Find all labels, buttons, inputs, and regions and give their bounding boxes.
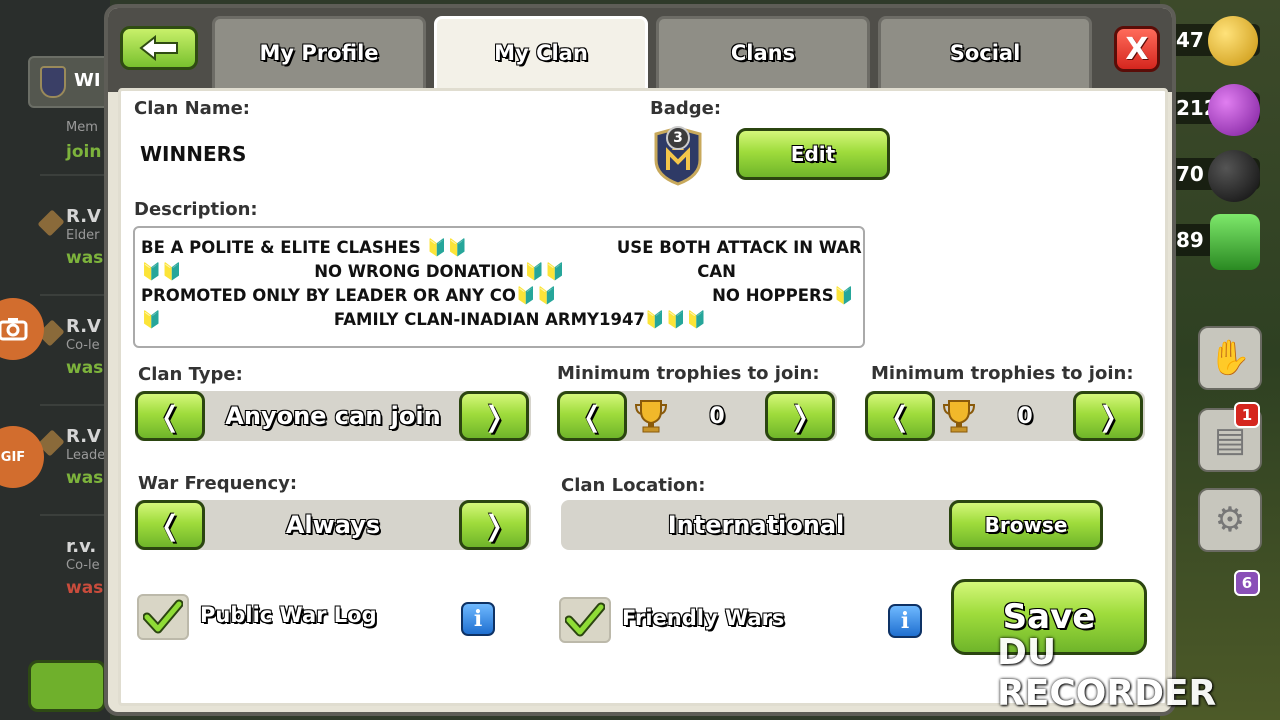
description-line: 🔰 FAMILY CLAN-INADIAN ARMY1947🔰🔰🔰 bbox=[141, 310, 707, 329]
description-line: PROMOTED ONLY BY LEADER OR ANY CO🔰🔰 NO H… bbox=[141, 286, 855, 305]
chat-name: R.V bbox=[66, 206, 101, 227]
tab-my-profile[interactable]: My Profile bbox=[212, 16, 426, 92]
friendly-wars-label: Friendly Wars bbox=[622, 606, 785, 630]
camera-icon[interactable] bbox=[0, 298, 44, 360]
chat-role: Leade bbox=[66, 448, 106, 463]
war-frequency-prev-button[interactable]: ❬ bbox=[135, 500, 205, 550]
chat-role: Elder bbox=[66, 228, 100, 243]
back-arrow-icon bbox=[139, 35, 178, 61]
chat-message: join bbox=[66, 142, 102, 162]
chat-name: R.V bbox=[66, 426, 101, 447]
description-line: BE A POLITE & ELITE CLASHES 🔰🔰 USE BOTH … bbox=[141, 238, 865, 257]
chat-message: was bbox=[66, 468, 104, 488]
war-frequency-value: Always bbox=[285, 511, 381, 539]
war-frequency-selector: ❬ Always ❭ bbox=[135, 500, 531, 550]
video-camera-icon bbox=[944, 656, 988, 690]
checkmark-icon bbox=[143, 599, 183, 634]
min-trophies-label-2: Minimum trophies to join: bbox=[871, 363, 1134, 384]
clan-type-next-button[interactable]: ❭ bbox=[459, 391, 529, 441]
gem-icon bbox=[1210, 214, 1260, 270]
builder-count-badge: 6 bbox=[1234, 570, 1260, 596]
friendly-wars-info-button[interactable]: i bbox=[888, 604, 922, 638]
description-label: Description: bbox=[134, 199, 258, 220]
chat-name: R.V bbox=[66, 316, 101, 337]
min-trophies-label: Minimum trophies to join: bbox=[557, 363, 820, 384]
clan-short-name: WI bbox=[74, 70, 101, 91]
gear-icon[interactable]: ⚙ bbox=[1198, 488, 1262, 552]
gif-button[interactable]: GIF bbox=[0, 426, 44, 488]
friendly-wars-checkbox[interactable] bbox=[559, 597, 611, 643]
trophy-icon bbox=[943, 400, 975, 433]
chat-message: was bbox=[66, 248, 104, 268]
min-trophies-2-prev-button[interactable]: ❬ bbox=[865, 391, 935, 441]
description-field[interactable]: BE A POLITE & ELITE CLASHES 🔰🔰 USE BOTH … bbox=[133, 226, 865, 348]
min-trophies-selector-2: ❬ 0 ❭ bbox=[865, 391, 1145, 441]
clan-type-selector: ❬ Anyone can join ❭ bbox=[135, 391, 531, 441]
clan-type-label: Clan Type: bbox=[138, 364, 243, 385]
recorder-watermark: DU RECORDER bbox=[944, 632, 1280, 714]
tab-my-clan[interactable]: My Clan bbox=[434, 16, 648, 96]
chat-role: Co-le bbox=[66, 338, 100, 353]
notification-badge: 1 bbox=[1234, 402, 1260, 428]
browse-location-button[interactable]: Browse bbox=[949, 500, 1103, 550]
min-trophies-2-next-button[interactable]: ❭ bbox=[1073, 391, 1143, 441]
edit-badge-button[interactable]: Edit bbox=[736, 128, 890, 180]
clan-badge-mini-icon bbox=[40, 66, 66, 98]
badge-label: Badge: bbox=[650, 98, 722, 119]
chat-message: was bbox=[66, 358, 104, 378]
description-line: 🔰🔰 NO WRONG DONATION🔰🔰 CAN bbox=[141, 262, 736, 281]
hand-arrows-icon[interactable]: ✋ bbox=[1198, 326, 1262, 390]
war-frequency-next-button[interactable]: ❭ bbox=[459, 500, 529, 550]
background-chat-panel: WI Mem join R.V Elder was R.V Co-le was … bbox=[0, 0, 120, 720]
clan-location-value: International bbox=[667, 511, 845, 539]
dark-elixir-icon bbox=[1208, 150, 1260, 202]
min-trophies-value: 0 bbox=[709, 403, 725, 429]
tab-social[interactable]: Social bbox=[878, 16, 1092, 92]
builder-button[interactable] bbox=[28, 660, 106, 712]
badge-level: 3 bbox=[666, 126, 690, 150]
chat-name: r.v. bbox=[66, 536, 97, 557]
checkmark-icon bbox=[565, 602, 605, 637]
chat-role: Mem bbox=[66, 120, 98, 135]
close-button[interactable]: X bbox=[1114, 26, 1160, 72]
tab-clans[interactable]: Clans bbox=[656, 16, 870, 92]
min-trophies-prev-button[interactable]: ❬ bbox=[557, 391, 627, 441]
public-war-log-label: Public War Log bbox=[200, 603, 377, 627]
elixir-icon bbox=[1208, 84, 1260, 136]
public-war-log-checkbox[interactable] bbox=[137, 594, 189, 640]
clan-location-label: Clan Location: bbox=[561, 475, 706, 496]
trophy-icon bbox=[635, 400, 667, 433]
clan-type-value: Anyone can join bbox=[225, 402, 441, 430]
public-war-log-info-button[interactable]: i bbox=[461, 602, 495, 636]
gold-icon bbox=[1208, 16, 1258, 66]
chat-message: was bbox=[66, 578, 104, 598]
back-button[interactable] bbox=[120, 26, 198, 70]
chat-role: Co-le bbox=[66, 558, 100, 573]
min-trophies-2-value: 0 bbox=[1017, 403, 1033, 429]
gif-label: GIF bbox=[0, 449, 26, 465]
watermark-text: DU RECORDER bbox=[997, 632, 1217, 714]
rank-icon bbox=[37, 209, 65, 237]
min-trophies-selector: ❬ 0 ❭ bbox=[557, 391, 837, 441]
clan-type-prev-button[interactable]: ❬ bbox=[135, 391, 205, 441]
clan-name-value[interactable]: WINNERS bbox=[140, 142, 246, 166]
clan-name-label: Clan Name: bbox=[134, 98, 250, 119]
min-trophies-next-button[interactable]: ❭ bbox=[765, 391, 835, 441]
war-frequency-label: War Frequency: bbox=[138, 473, 298, 494]
clan-badge-icon: 3 bbox=[652, 126, 704, 186]
